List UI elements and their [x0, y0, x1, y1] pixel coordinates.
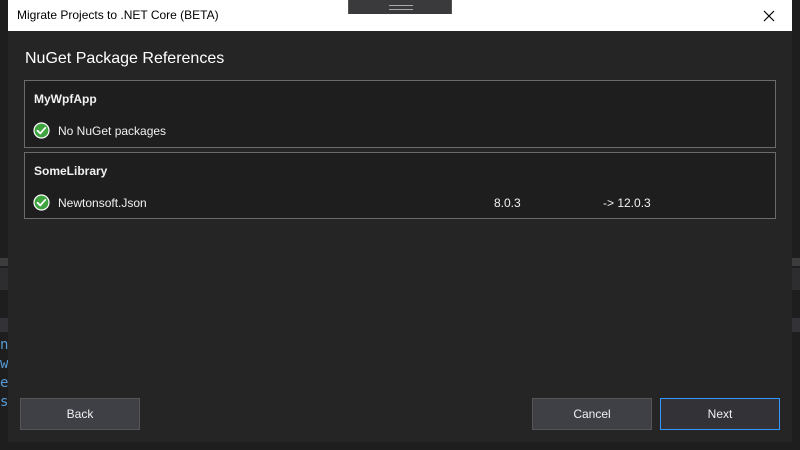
- close-button[interactable]: [746, 0, 792, 31]
- package-name: No NuGet packages: [58, 124, 167, 138]
- project-group-mywpfapp: MyWpfApp No NuGet packages: [24, 80, 776, 148]
- next-button[interactable]: Next: [660, 398, 780, 430]
- project-name: SomeLibrary: [34, 164, 108, 178]
- package-row: Newtonsoft.Json 8.0.3 -> 12.0.3: [33, 194, 763, 212]
- target-version: -> 12.0.3: [603, 196, 651, 210]
- project-group-somelibrary: SomeLibrary Newtonsoft.Json 8.0.3 -> 12.…: [24, 152, 776, 219]
- package-name: Newtonsoft.Json: [58, 196, 147, 210]
- drag-grip-icon[interactable]: [348, 0, 452, 14]
- project-name: MyWpfApp: [34, 92, 97, 106]
- cancel-button[interactable]: Cancel: [532, 398, 652, 430]
- background-code-fragment: n w e s: [0, 337, 8, 410]
- window-title: Migrate Projects to .NET Core (BETA): [17, 8, 219, 22]
- title-bar[interactable]: Migrate Projects to .NET Core (BETA): [8, 0, 792, 31]
- migrate-dialog: Migrate Projects to .NET Core (BETA) NuG…: [8, 0, 792, 442]
- check-circle-icon: [33, 194, 50, 211]
- current-version: 8.0.3: [494, 196, 521, 210]
- close-icon: [763, 10, 775, 21]
- page-heading: NuGet Package References: [25, 50, 225, 67]
- check-circle-icon: [33, 122, 50, 139]
- back-button[interactable]: Back: [20, 398, 140, 430]
- package-row: No NuGet packages: [33, 122, 763, 140]
